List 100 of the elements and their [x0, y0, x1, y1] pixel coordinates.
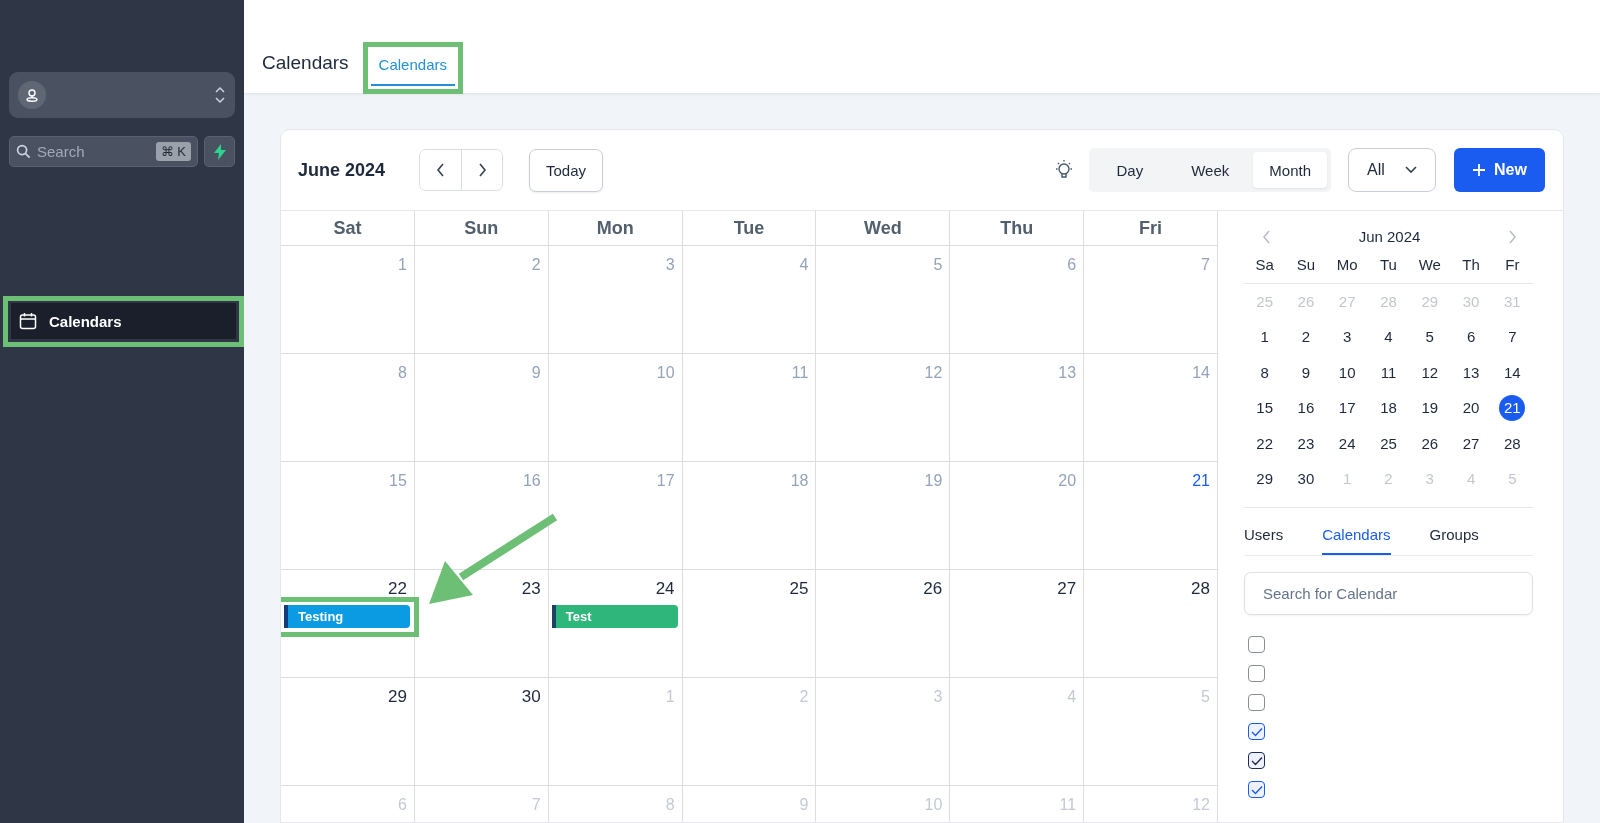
search-field[interactable]: Search ⌘ K [9, 136, 198, 167]
weekday-label: Th [1461, 255, 1481, 273]
weekday-label: Mo [1335, 255, 1359, 273]
chevron-right-icon[interactable] [1508, 229, 1517, 244]
day-cell[interactable]: 24 Test [548, 570, 683, 678]
mini-calendar-day[interactable]: 28 [1499, 430, 1526, 457]
day-number: 3 [665, 255, 675, 275]
sidebar-item[interactable]: Calendars [11, 303, 236, 339]
day-cell[interactable]: 21 [1084, 462, 1218, 570]
view-option[interactable]: Day [1092, 152, 1168, 188]
calendar-icon [19, 312, 37, 330]
new-button[interactable]: New [1454, 148, 1545, 192]
mini-calendar-day[interactable]: 10 [1334, 359, 1361, 386]
day-number: 25 [789, 579, 809, 599]
mini-calendar-day[interactable]: 2 [1292, 324, 1319, 351]
plus-icon [1472, 163, 1487, 177]
day-number: 27 [1057, 579, 1077, 599]
day-number: 3 [933, 687, 943, 707]
mini-calendar-day[interactable]: 23 [1292, 430, 1319, 457]
event-chip[interactable]: Testing [284, 605, 410, 628]
day-cell[interactable]: 26 [816, 570, 951, 678]
mini-calendar-day[interactable]: 6 [1458, 324, 1485, 351]
checkbox[interactable] [1248, 665, 1265, 682]
mini-calendar-day[interactable]: 1 [1251, 324, 1278, 351]
day-number: 17 [656, 471, 675, 491]
day-cell[interactable]: 25 [682, 570, 817, 678]
day-cell[interactable]: 28 [1084, 570, 1218, 678]
day-number: 14 [1192, 363, 1210, 383]
mini-calendar-day[interactable]: 14 [1499, 359, 1526, 386]
mini-calendar-day[interactable]: 17 [1334, 395, 1361, 422]
mini-calendar-day[interactable]: 24 [1334, 430, 1361, 457]
mini-calendar-day[interactable]: 27 [1458, 430, 1485, 457]
mini-calendar-day[interactable]: 5 [1416, 324, 1443, 351]
day-number: 11 [791, 363, 809, 383]
weekday-header: Sun [414, 211, 549, 246]
day-number: 4 [1067, 687, 1077, 707]
mini-calendar-day[interactable]: 30 [1292, 466, 1319, 493]
day-number: 28 [1191, 579, 1210, 599]
mini-calendar-day[interactable]: 18 [1375, 395, 1402, 422]
mini-calendar-day[interactable]: 4 [1375, 324, 1402, 351]
mini-calendar-day[interactable]: 20 [1458, 395, 1485, 422]
checkbox[interactable] [1248, 752, 1265, 769]
mini-calendar-day[interactable]: 22 [1251, 430, 1278, 457]
mini-calendar-day[interactable]: 9 [1292, 359, 1319, 386]
chevron-right-icon [477, 163, 487, 177]
day-cell[interactable]: 29 [281, 678, 415, 786]
day-number: 18 [790, 471, 809, 491]
mini-calendar-day[interactable]: 29 [1251, 466, 1278, 493]
avatar-icon [18, 81, 46, 109]
mini-calendar-day[interactable]: 21 [1499, 395, 1526, 422]
day-number: 26 [923, 579, 943, 599]
weekday-header: Mon [548, 211, 683, 246]
day-number: 19 [924, 471, 943, 491]
account-switcher[interactable] [9, 72, 235, 118]
day-number: 29 [387, 687, 407, 707]
chevron-left-icon[interactable] [1262, 229, 1271, 244]
day-number: 5 [1201, 687, 1210, 707]
mini-calendar-day[interactable]: 11 [1375, 359, 1402, 386]
day-number: 11 [1059, 795, 1077, 815]
mini-calendar-day[interactable]: 12 [1416, 359, 1443, 386]
mini-calendar-day[interactable]: 8 [1251, 359, 1278, 386]
tab[interactable]: Calendars [1322, 526, 1391, 555]
day-number: 13 [1058, 363, 1077, 383]
search-field[interactable]: Search for Calendar [1244, 572, 1533, 615]
mini-calendar-day[interactable]: 16 [1292, 395, 1319, 422]
day-cell[interactable]: 22 Testing [281, 570, 415, 678]
day-number: 4 [799, 255, 809, 275]
checkbox[interactable] [1248, 781, 1265, 798]
view-option[interactable]: Month [1253, 152, 1327, 188]
day-number: 30 [521, 687, 541, 707]
filter-dropdown[interactable]: All [1348, 148, 1436, 192]
day-cell[interactable]: 27 [950, 570, 1085, 678]
search-input[interactable]: Search [37, 143, 150, 160]
view-option[interactable]: Week [1167, 152, 1254, 188]
mini-calendar-day[interactable]: 19 [1416, 395, 1443, 422]
day-number: 22 [387, 579, 407, 599]
chevron-updown-icon [214, 85, 226, 105]
tab[interactable]: Users [1244, 526, 1284, 555]
mini-calendar-day[interactable]: 7 [1499, 324, 1526, 351]
mini-calendar-day[interactable]: 13 [1458, 359, 1485, 386]
mini-calendar-day[interactable]: 3 [1334, 324, 1361, 351]
checkbox[interactable] [1248, 636, 1265, 653]
mini-calendar-day[interactable]: 15 [1251, 395, 1278, 422]
checkbox[interactable] [1248, 694, 1265, 711]
weekday-header: Thu [950, 211, 1085, 246]
day-number: 5 [933, 255, 943, 275]
today-button[interactable]: Today [529, 148, 604, 192]
day-number: 7 [1201, 255, 1210, 275]
weekday-header: Sat [281, 211, 415, 246]
mini-calendar-title: Jun 2024 [1358, 228, 1421, 245]
day-number: 8 [397, 363, 407, 383]
mini-calendar-day[interactable]: 26 [1416, 430, 1443, 457]
day-number: 1 [665, 687, 675, 707]
checkbox[interactable] [1248, 723, 1265, 740]
day-number: 21 [1192, 471, 1210, 491]
quick-action-button[interactable] [204, 136, 235, 167]
tab[interactable]: Calendars [370, 48, 455, 86]
day-cell[interactable]: 30 [414, 678, 549, 786]
mini-calendar-day[interactable]: 25 [1375, 430, 1402, 457]
tab[interactable]: Groups [1429, 526, 1479, 555]
